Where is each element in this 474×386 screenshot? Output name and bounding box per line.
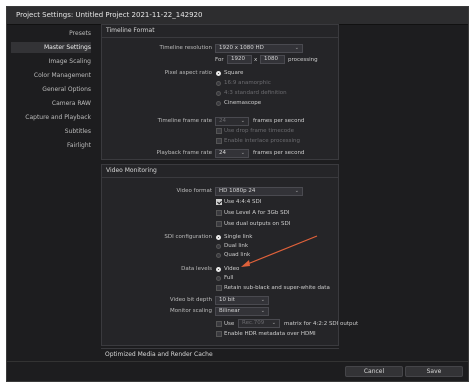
par-option: Square: [224, 70, 244, 76]
resolution-label: Timeline resolution: [159, 45, 212, 51]
settings-sidebar: Presets Master Settings Image Scaling Co…: [7, 24, 95, 364]
sidebar-item-general-options[interactable]: General Options: [42, 84, 91, 95]
frame-rate-value: 24: [219, 118, 226, 124]
data-levels-option: Video: [224, 266, 240, 272]
matrix-value: Rec.709: [242, 320, 265, 326]
timeline-format-panel: Timeline Format Timeline resolution 1920…: [101, 24, 339, 160]
hdr-metadata-checkbox[interactable]: [216, 331, 222, 337]
for-label: For: [215, 57, 224, 63]
drop-frame-label: Use drop frame timecode: [224, 128, 295, 134]
par-cinemascope-radio[interactable]: [216, 101, 221, 106]
section-title: Timeline Format: [106, 27, 155, 34]
dual-outputs-label: Use dual outputs on SDI: [224, 221, 291, 227]
par-anamorphic-radio[interactable]: [216, 81, 221, 86]
sidebar-item-label: Master Settings: [43, 44, 91, 51]
chevron-down-icon: ⌄: [240, 118, 245, 124]
video-monitoring-panel: Video Monitoring Video format HD 1080p 2…: [101, 164, 358, 346]
panel-header: Video Monitoring: [102, 165, 338, 178]
use-label: Use: [224, 321, 235, 327]
monitor-scaling-dropdown[interactable]: Bilinear ⌄: [215, 307, 269, 316]
sidebar-item-camera-raw[interactable]: Camera RAW: [52, 98, 91, 109]
monitor-scaling-label: Monitor scaling: [170, 308, 212, 314]
use-444-label: Use 4:4:4 SDI: [224, 199, 262, 205]
sdi-option: Quad link: [224, 252, 251, 258]
chevron-down-icon: ⌄: [240, 150, 245, 156]
dual-outputs-checkbox[interactable]: [216, 221, 222, 227]
chevron-down-icon: ⌄: [294, 45, 299, 51]
bit-depth-value: 10 bit: [219, 297, 235, 303]
bit-depth-label: Video bit depth: [169, 297, 212, 303]
playback-rate-value: 24: [219, 150, 226, 156]
sidebar-item-capture-playback[interactable]: Capture and Playback: [25, 112, 91, 123]
sdi-quad-radio[interactable]: [216, 253, 221, 258]
retain-checkbox[interactable]: [216, 285, 222, 291]
resolution-value: 1920 x 1080 HD: [219, 45, 264, 51]
matrix-suffix: matrix for 4:2:2 SDI output: [284, 321, 359, 327]
drop-frame-checkbox[interactable]: [216, 128, 222, 134]
par-option: 4:3 standard definition: [224, 90, 287, 96]
title-bar: Project Settings: Untitled Project 2021-…: [7, 7, 468, 25]
par-sd-radio[interactable]: [216, 91, 221, 96]
bit-depth-dropdown[interactable]: 10 bit ⌄: [215, 296, 269, 305]
sdi-option: Single link: [224, 234, 253, 240]
frame-rate-dropdown[interactable]: 24 ⌄: [215, 117, 249, 126]
sdi-option: Dual link: [224, 243, 249, 249]
matrix-dropdown[interactable]: Rec.709 ⌄: [238, 319, 280, 328]
sidebar-item-subtitles[interactable]: Subtitles: [65, 126, 91, 137]
processing-label: processing: [288, 57, 318, 63]
sidebar-item-master-settings[interactable]: Master Settings: [11, 42, 91, 53]
playback-rate-dropdown[interactable]: 24 ⌄: [215, 149, 249, 158]
resolution-dropdown[interactable]: 1920 x 1080 HD ⌄: [215, 44, 303, 53]
par-label: Pixel aspect ratio: [164, 70, 212, 76]
sdi-dual-radio[interactable]: [216, 244, 221, 249]
sidebar-item-presets[interactable]: Presets: [69, 28, 91, 39]
section-title: Video Monitoring: [106, 167, 157, 174]
par-option: Cinemascope: [224, 100, 262, 106]
data-levels-video-radio[interactable]: [216, 267, 221, 272]
level-a-checkbox[interactable]: [216, 210, 222, 216]
level-a-label: Use Level A for 3Gb SDI: [224, 210, 290, 216]
chevron-down-icon: ⌄: [294, 188, 299, 194]
data-levels-full-radio[interactable]: [216, 276, 221, 281]
window-title: Project Settings: Untitled Project 2021-…: [16, 11, 203, 19]
par-option: 16:9 anamorphic: [224, 80, 271, 86]
frame-rate-unit: frames per second: [253, 118, 305, 124]
data-levels-label: Data levels: [181, 266, 212, 272]
chevron-down-icon: ⌄: [260, 308, 265, 314]
use-444-checkbox[interactable]: [216, 199, 222, 205]
sdi-config-label: SDI configuration: [164, 234, 212, 240]
sidebar-item-fairlight[interactable]: Fairlight: [67, 140, 91, 151]
chevron-down-icon: ⌄: [260, 297, 265, 303]
par-square-radio[interactable]: [216, 71, 221, 76]
project-settings-window: Project Settings: Untitled Project 2021-…: [6, 6, 469, 382]
video-format-label: Video format: [176, 188, 212, 194]
use-matrix-checkbox[interactable]: [216, 321, 222, 327]
cancel-button[interactable]: Cancel: [345, 366, 403, 377]
dialog-footer: Cancel Save: [7, 361, 468, 381]
save-button[interactable]: Save: [405, 366, 463, 377]
frame-rate-label: Timeline frame rate: [157, 118, 212, 124]
video-format-dropdown[interactable]: HD 1080p 24 ⌄: [215, 187, 303, 196]
playback-rate-unit: frames per second: [253, 150, 305, 156]
interlace-checkbox[interactable]: [216, 138, 222, 144]
section-title: Optimized Media and Render Cache: [105, 351, 213, 358]
retain-label: Retain sub-black and super-white data: [224, 285, 330, 291]
monitor-scaling-value: Bilinear: [219, 308, 240, 314]
width-field[interactable]: 1920: [227, 55, 252, 64]
data-levels-option: Full: [224, 275, 234, 281]
height-field[interactable]: 1080: [260, 55, 285, 64]
panel-header: Timeline Format: [102, 25, 338, 38]
sidebar-item-image-scaling[interactable]: Image Scaling: [49, 56, 91, 67]
chevron-down-icon: ⌄: [271, 320, 276, 326]
playback-rate-label: Playback frame rate: [156, 150, 212, 156]
sidebar-item-color-management[interactable]: Color Management: [34, 70, 91, 81]
interlace-label: Enable interlace processing: [224, 138, 300, 144]
times-label: x: [254, 57, 258, 63]
sdi-single-radio[interactable]: [216, 235, 221, 240]
video-format-value: HD 1080p 24: [219, 188, 256, 194]
hdr-metadata-label: Enable HDR metadata over HDMI: [224, 331, 316, 337]
